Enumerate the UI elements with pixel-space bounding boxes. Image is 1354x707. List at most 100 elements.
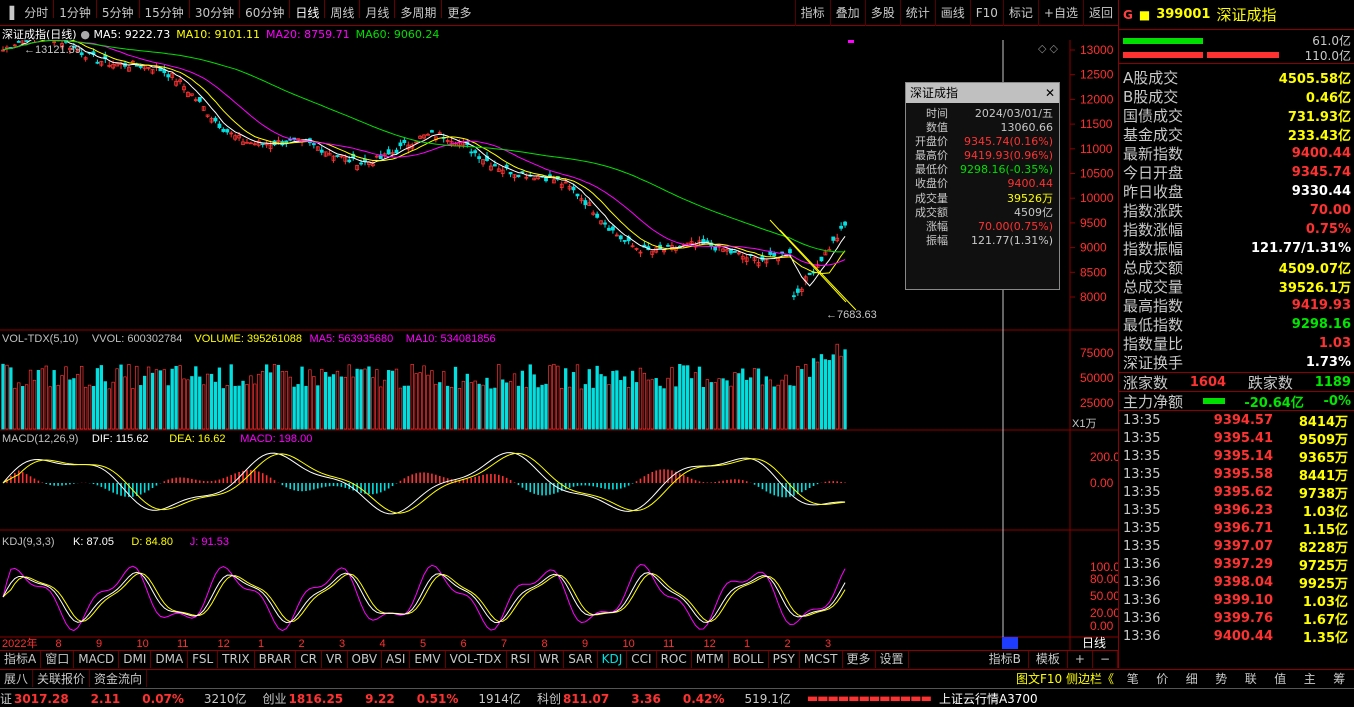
candle-body bbox=[319, 149, 324, 153]
tooltip-key: 数值 bbox=[926, 121, 948, 135]
period-9[interactable]: 多周期 bbox=[395, 0, 441, 26]
ma-line bbox=[2, 40, 846, 275]
indicator-9[interactable]: VR bbox=[322, 651, 348, 668]
period-8[interactable]: 月线 bbox=[360, 0, 394, 26]
indicator-23[interactable]: MCST bbox=[800, 651, 843, 668]
market-pct: 0.07% bbox=[142, 691, 184, 706]
indicator-3[interactable]: DMI bbox=[119, 651, 152, 668]
indicator-19[interactable]: ROC bbox=[657, 651, 692, 668]
candle-body bbox=[24, 40, 29, 42]
market-index[interactable]: 证 3017.28 2.11 0.07% 3210亿 bbox=[0, 690, 254, 707]
toolbar-btn-0[interactable]: 指标 bbox=[794, 0, 830, 26]
indicator-1[interactable]: 窗口 bbox=[41, 651, 75, 668]
indicator-right-2[interactable]: + bbox=[1068, 651, 1093, 668]
menu-icon[interactable]: ▐ bbox=[0, 0, 19, 26]
panel-tab-7[interactable]: 筹 bbox=[1333, 670, 1345, 687]
bottom-tab-2[interactable]: 资金流向 bbox=[90, 670, 148, 687]
volume-bar bbox=[666, 377, 670, 430]
market-change: 3.36 bbox=[631, 691, 661, 706]
candle-body bbox=[430, 130, 434, 133]
indicator-20[interactable]: MTM bbox=[692, 651, 729, 668]
volume-bar bbox=[709, 382, 713, 430]
panel-tab-2[interactable]: 细 bbox=[1186, 670, 1198, 687]
indicator-13[interactable]: VOL-TDX bbox=[446, 651, 507, 668]
toolbar-btn-3[interactable]: 统计 bbox=[899, 0, 935, 26]
volume-bar bbox=[678, 364, 682, 430]
volume-bar bbox=[379, 386, 383, 430]
period-2[interactable]: 5分钟 bbox=[97, 0, 139, 26]
indicator-7[interactable]: BRAR bbox=[255, 651, 297, 668]
tooltip-key: 成交额 bbox=[915, 205, 948, 219]
indicator-right-1[interactable]: 模板 bbox=[1029, 651, 1068, 668]
toolbar-btn-5[interactable]: F10 bbox=[969, 0, 1003, 26]
indicator-21[interactable]: BOLL bbox=[729, 651, 769, 668]
volume-bar bbox=[17, 382, 21, 430]
indicator-12[interactable]: EMV bbox=[410, 651, 446, 668]
quote-row: 指数涨幅 0.75% bbox=[1119, 220, 1354, 239]
candle-body bbox=[398, 142, 403, 147]
period-4[interactable]: 30分钟 bbox=[190, 0, 239, 26]
indicator-8[interactable]: CR bbox=[296, 651, 322, 668]
indicator-6[interactable]: TRIX bbox=[218, 651, 255, 668]
volume-bar bbox=[811, 358, 816, 430]
diamond-icon[interactable]: ◇ ◇ bbox=[1038, 43, 1059, 55]
volume-bar bbox=[123, 376, 127, 430]
toolbar-btn-8[interactable]: 返回 bbox=[1082, 0, 1118, 26]
period-3[interactable]: 15分钟 bbox=[140, 0, 189, 26]
indicator-24[interactable]: 更多 bbox=[843, 651, 876, 668]
indicator-22[interactable]: PSY bbox=[769, 651, 800, 668]
period-1[interactable]: 1分钟 bbox=[54, 0, 96, 26]
toolbar-btn-1[interactable]: 叠加 bbox=[829, 0, 865, 26]
bottom-tab-1[interactable]: 关联报价 bbox=[33, 670, 91, 687]
panel-tab-5[interactable]: 值 bbox=[1274, 670, 1286, 687]
period-10[interactable]: 更多 bbox=[442, 0, 476, 26]
indicator-16[interactable]: SAR bbox=[564, 651, 598, 668]
y-tick-label: 11500 bbox=[1080, 117, 1113, 131]
period-5[interactable]: 60分钟 bbox=[240, 0, 289, 26]
macd-legend-0: MACD(12,26,9) bbox=[2, 433, 78, 445]
quote-value: 39526.1万 bbox=[1278, 281, 1351, 296]
indicator-25[interactable]: 设置 bbox=[876, 651, 909, 668]
volume-bar bbox=[485, 377, 489, 430]
panel-tab-0[interactable]: 笔 bbox=[1127, 670, 1139, 687]
bottom-tab-0[interactable]: 展八 bbox=[0, 670, 34, 687]
indicator-0[interactable]: 指标A bbox=[0, 651, 42, 668]
toolbar-btn-4[interactable]: 画线 bbox=[934, 0, 970, 26]
panel-tab-4[interactable]: 联 bbox=[1245, 670, 1257, 687]
period-0[interactable]: 分时 bbox=[19, 0, 53, 26]
indicator-11[interactable]: ASI bbox=[382, 651, 411, 668]
indicator-2[interactable]: MACD bbox=[74, 651, 120, 668]
indicator-14[interactable]: RSI bbox=[507, 651, 536, 668]
market-index[interactable]: 创业 1816.25 9.22 0.51% 1914亿 bbox=[262, 690, 528, 707]
indicator-5[interactable]: FSL bbox=[188, 651, 219, 668]
indicator-15[interactable]: WR bbox=[535, 651, 565, 668]
volume-bar bbox=[154, 369, 159, 430]
vol-unit: X1万 bbox=[1072, 418, 1096, 430]
indicator-right-3[interactable]: − bbox=[1093, 651, 1118, 668]
sidebar-toggle[interactable]: 图文F10 侧边栏《 bbox=[1016, 670, 1118, 687]
market-index[interactable]: 科创 811.07 3.36 0.42% 519.1亿 bbox=[537, 690, 799, 707]
period-7[interactable]: 周线 bbox=[325, 0, 359, 26]
close-icon[interactable]: ✕ bbox=[1045, 83, 1059, 103]
indicator-10[interactable]: OBV bbox=[348, 651, 383, 668]
indicator-4[interactable]: DMA bbox=[151, 651, 189, 668]
period-indicator[interactable]: 日线 bbox=[1082, 636, 1106, 650]
volume-bar bbox=[327, 376, 332, 430]
period-6[interactable]: 日线 bbox=[290, 0, 324, 26]
candle-body bbox=[311, 143, 316, 146]
volume-bar bbox=[249, 375, 253, 430]
volume-bar bbox=[461, 380, 466, 430]
toolbar-btn-2[interactable]: 多股 bbox=[864, 0, 900, 26]
quote-row: 总成交量 39526.1万 bbox=[1119, 277, 1354, 296]
toolbar-btn-7[interactable]: +自选 bbox=[1037, 0, 1083, 26]
panel-tab-3[interactable]: 势 bbox=[1215, 670, 1227, 687]
indicator-18[interactable]: CCI bbox=[627, 651, 657, 668]
panel-tab-6[interactable]: 主 bbox=[1304, 670, 1316, 687]
indicator-17[interactable]: KDJ bbox=[598, 651, 628, 668]
panel-tab-1[interactable]: 价 bbox=[1156, 670, 1168, 687]
volume-bar bbox=[174, 365, 178, 430]
indicator-right-0[interactable]: 指标B bbox=[982, 651, 1029, 668]
volume-bar bbox=[5, 364, 9, 430]
toolbar-btn-6[interactable]: 标记 bbox=[1002, 0, 1038, 26]
tick-time: 13:36 bbox=[1123, 628, 1161, 644]
